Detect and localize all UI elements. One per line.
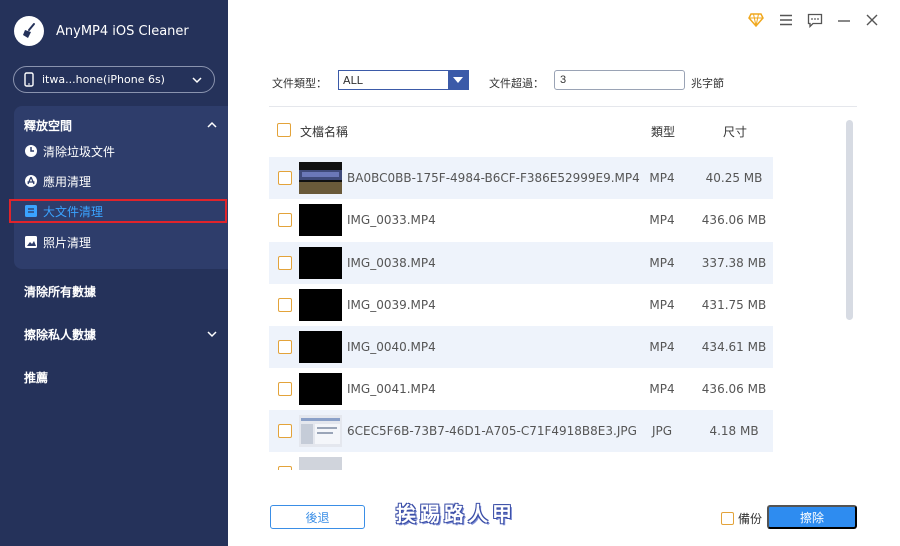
brand: AnyMP4 iOS Cleaner [14, 16, 189, 46]
table-row[interactable]: 6CEC5F6B-73B7-46D1-A705-C71F4918B8E3.JPG… [269, 410, 773, 452]
scrollbar[interactable] [846, 120, 853, 470]
file-size-label: 文件超過： [489, 77, 544, 90]
file-table: BA0BC0BB-175F-4984-B6CF-F386E52999E9.MP4… [269, 157, 773, 470]
file-size: 431.75 MB [701, 298, 767, 312]
file-type-value: ALL [343, 74, 363, 87]
file-size: 434.61 MB [701, 340, 767, 354]
table-row[interactable]: IMG_0039.MP4 MP4 431.75 MB [269, 284, 773, 326]
sidebar-item-large-files[interactable]: 大文件清理 [9, 199, 227, 223]
thumbnail [299, 415, 342, 447]
file-type: MP4 [649, 298, 675, 312]
select-all-checkbox[interactable] [277, 123, 291, 137]
row-checkbox[interactable] [278, 256, 292, 270]
table-row[interactable]: IMG_0038.MP4 MP4 337.38 MB [269, 242, 773, 284]
file-size: 40.25 MB [705, 171, 763, 185]
watermark: 挨踢路人甲 [396, 502, 516, 526]
phone-icon [24, 72, 34, 87]
sidebar-item-label: 應用清理 [43, 174, 92, 189]
file-size: 436.06 MB [701, 213, 767, 227]
sidebar-item-erase-all[interactable]: 清除所有數據 [24, 283, 96, 300]
thumbnail [299, 247, 342, 279]
row-checkbox[interactable] [278, 171, 292, 185]
backup-option[interactable]: 備份 [721, 510, 762, 527]
divider [269, 106, 857, 107]
row-checkbox[interactable] [278, 424, 292, 438]
table-row[interactable]: BA0BC0BB-175F-4984-B6CF-F386E52999E9.MP4… [269, 157, 773, 199]
sidebar-item-label: 大文件清理 [43, 204, 104, 219]
backup-checkbox[interactable] [721, 512, 734, 525]
column-header-name: 文檔名稱 [300, 125, 349, 139]
row-checkbox[interactable] [278, 466, 292, 470]
row-checkbox[interactable] [278, 340, 292, 354]
sidebar-item-label: 清除垃圾文件 [43, 144, 116, 159]
app-title: AnyMP4 iOS Cleaner [56, 23, 189, 39]
file-type: MP4 [649, 256, 675, 270]
file-size: 4.18 MB [709, 424, 759, 438]
table-row[interactable]: IMG_0041.MP4 MP4 436.06 MB [269, 368, 773, 410]
back-button[interactable]: 後退 [270, 505, 365, 529]
file-type: MP4 [649, 213, 675, 227]
thumbnail [299, 457, 342, 470]
chevron-down-icon [192, 76, 202, 83]
file-name: 6CEC5F6B-73B7-46D1-A705-C71F4918B8E3.JPG [347, 424, 637, 438]
file-name: IMG_0038.MP4 [347, 256, 436, 270]
feedback-icon[interactable] [807, 12, 823, 28]
sidebar-item-recommend[interactable]: 推薦 [24, 369, 48, 386]
free-space-section: 釋放空間 清除垃圾文件 應用清理 大文件清理 照片清理 [9, 106, 228, 269]
close-icon[interactable] [864, 12, 880, 28]
file-size-input[interactable] [554, 70, 685, 90]
file-size-unit: 兆字節 [691, 77, 724, 90]
thumbnail [299, 289, 342, 321]
column-header-type: 類型 [651, 125, 676, 139]
clock-icon [24, 144, 38, 158]
file-type-label: 文件類型： [272, 77, 327, 90]
chevron-up-icon[interactable] [206, 120, 218, 130]
thumbnail [299, 204, 342, 236]
table-row[interactable]: IMG_0040.MP4 MP4 434.61 MB [269, 326, 773, 368]
row-checkbox[interactable] [278, 213, 292, 227]
app-store-icon [24, 174, 38, 188]
sidebar: AnyMP4 iOS Cleaner itwa...hone(iPhone 6s… [0, 0, 228, 546]
file-name: IMG_0041.MP4 [347, 382, 436, 396]
free-space-title[interactable]: 釋放空間 [24, 117, 72, 134]
photo-icon [24, 235, 38, 249]
thumbnail [299, 373, 342, 405]
column-header-size: 尺寸 [723, 125, 748, 139]
file-type: JPG [651, 424, 673, 438]
file-name: IMG_0039.MP4 [347, 298, 436, 312]
sidebar-item-label: 照片清理 [43, 235, 92, 250]
minimize-icon[interactable] [836, 12, 852, 28]
menu-icon[interactable] [778, 12, 794, 28]
file-type: MP4 [649, 171, 675, 185]
file-name: BA0BC0BB-175F-4984-B6CF-F386E52999E9.MP4 [347, 171, 640, 185]
row-checkbox[interactable] [278, 382, 292, 396]
file-name: IMG_0033.MP4 [347, 213, 436, 227]
file-type: MP4 [649, 340, 675, 354]
backup-label: 備份 [738, 512, 763, 526]
sidebar-item-app-clean[interactable]: 應用清理 [10, 169, 224, 193]
diamond-icon[interactable] [748, 12, 764, 28]
device-name: itwa...hone(iPhone 6s) [42, 73, 165, 86]
table-row[interactable] [269, 452, 773, 470]
file-name: IMG_0040.MP4 [347, 340, 436, 354]
sidebar-item-clean-junk[interactable]: 清除垃圾文件 [10, 139, 224, 163]
broom-logo-icon [14, 16, 44, 46]
scrollbar-thumb[interactable] [846, 120, 853, 320]
sidebar-item-erase-private[interactable]: 擦除私人數據 [24, 326, 96, 343]
table-row[interactable]: IMG_0033.MP4 MP4 436.06 MB [269, 199, 773, 241]
file-list-icon [24, 204, 38, 218]
file-type-select[interactable]: ALL [338, 70, 469, 90]
table-header: 文檔名稱 類型 尺寸 [269, 116, 773, 144]
sidebar-item-photo-clean[interactable]: 照片清理 [10, 230, 224, 254]
chevron-down-icon[interactable] [206, 329, 218, 339]
row-checkbox[interactable] [278, 298, 292, 312]
file-size: 337.38 MB [701, 256, 767, 270]
device-selector[interactable]: itwa...hone(iPhone 6s) [13, 66, 215, 93]
file-size: 436.06 MB [701, 382, 767, 396]
file-type: MP4 [649, 382, 675, 396]
erase-button[interactable]: 擦除 [767, 505, 857, 529]
dropdown-arrow-icon[interactable] [448, 71, 468, 89]
thumbnail [299, 331, 342, 363]
thumbnail [299, 162, 342, 194]
